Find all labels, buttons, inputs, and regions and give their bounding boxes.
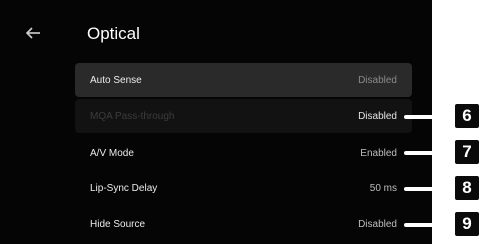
- callout-leader-line: [404, 223, 458, 227]
- arrow-left-icon[interactable]: [24, 24, 42, 42]
- callout-leader-line: [404, 115, 458, 119]
- page-title: Optical: [87, 24, 140, 43]
- setting-value: Enabled: [360, 147, 397, 159]
- callout-leader-line: [404, 187, 458, 191]
- setting-label: Hide Source: [90, 218, 146, 230]
- setting-value: Disabled: [358, 110, 397, 122]
- callout-badge: 6: [455, 104, 479, 128]
- setting-hide-source[interactable]: Hide Source Disabled: [75, 207, 412, 241]
- setting-value: 50 ms: [369, 182, 397, 194]
- setting-av-mode[interactable]: A/V Mode Enabled: [75, 136, 412, 170]
- setting-lip-sync-delay[interactable]: Lip-Sync Delay 50 ms: [75, 171, 412, 205]
- setting-label: A/V Mode: [90, 147, 134, 159]
- settings-screen: Optical Auto Sense Disabled MQA Pass-thr…: [0, 0, 432, 244]
- callout-badge: 7: [455, 140, 479, 164]
- setting-label: Lip-Sync Delay: [90, 182, 158, 194]
- callout-leader-line: [404, 151, 458, 155]
- setting-label: MQA Pass-through: [90, 110, 175, 122]
- setting-value: Disabled: [358, 218, 397, 230]
- callout-badge: 9: [455, 212, 479, 236]
- callout-badge: 8: [455, 176, 479, 200]
- setting-value: Disabled: [358, 74, 397, 86]
- setting-auto-sense[interactable]: Auto Sense Disabled: [75, 63, 412, 97]
- setting-mqa-pass-through: MQA Pass-through Disabled: [75, 99, 412, 133]
- setting-label: Auto Sense: [90, 74, 142, 86]
